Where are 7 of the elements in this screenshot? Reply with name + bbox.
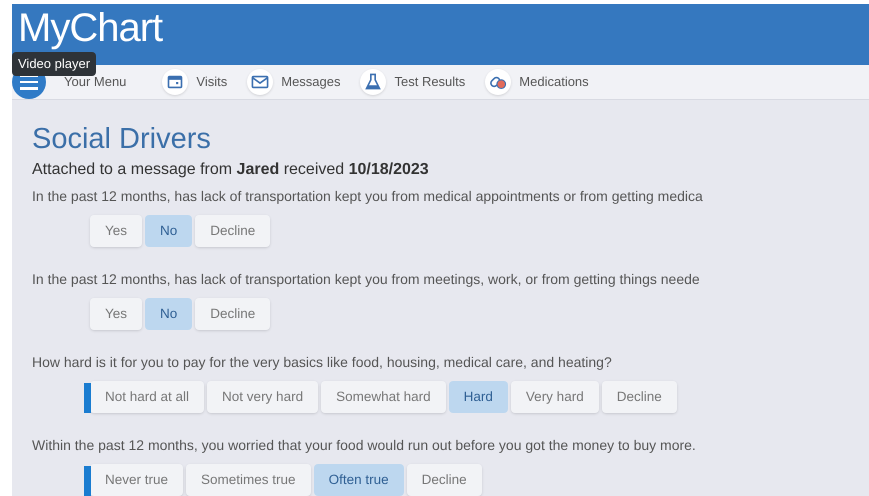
question-text: How hard is it for you to pay for the very basics like food, housing, medical care, and heating?	[32, 353, 613, 372]
question-text: Within the past 12 months, you worried that your food would run out before you got the money to buy more.	[32, 436, 697, 455]
tooltip: Video player	[12, 52, 96, 76]
question-text: In the past 12 months, has lack of transportation kept you from meetings, work, or from getting things neede	[32, 270, 701, 289]
question-text: In the past 12 months, has lack of transportation kept you from medical appointments or from getting medica	[32, 187, 704, 206]
page-title: Social Drivers	[32, 122, 212, 156]
subtitle: Attached to a message from Jared received 10/18/2023	[32, 160, 430, 180]
